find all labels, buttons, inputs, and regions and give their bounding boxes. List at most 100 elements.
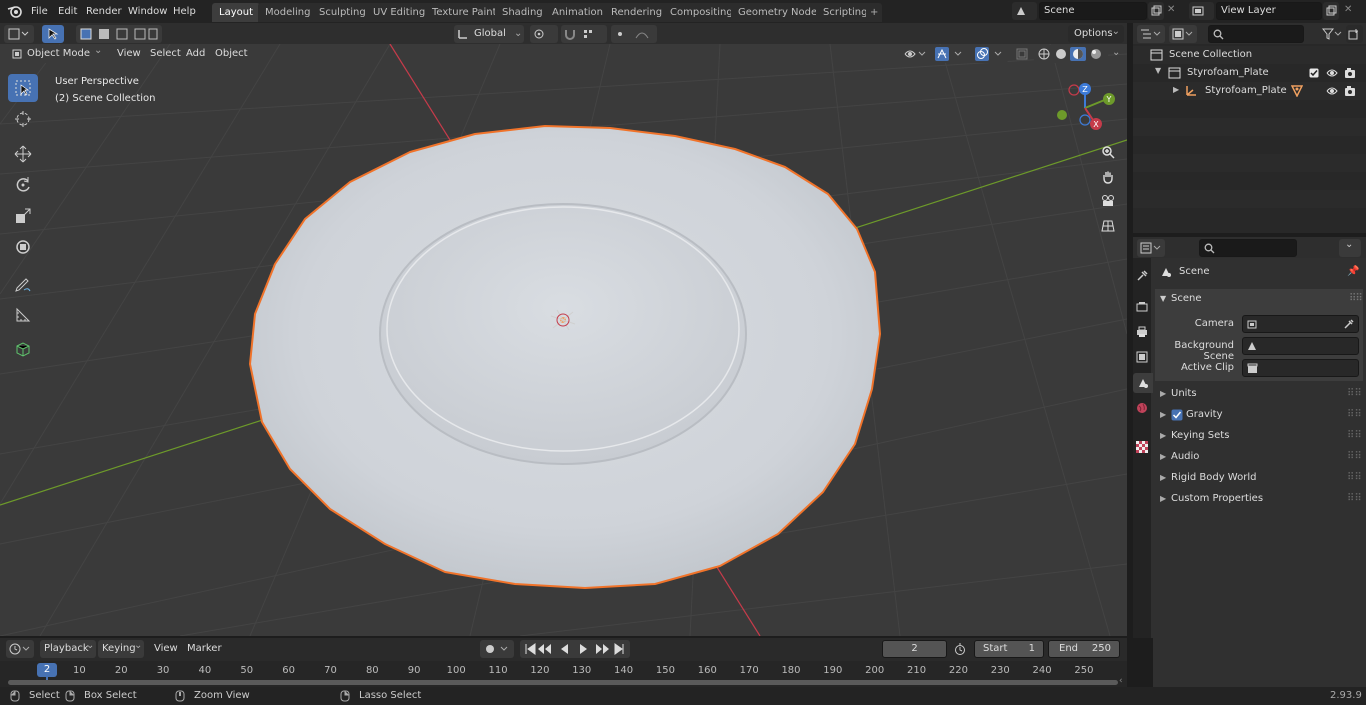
eye-icon[interactable] bbox=[1326, 86, 1338, 96]
filter-dropdown[interactable] bbox=[1319, 25, 1345, 43]
view-layer-field[interactable]: View Layer bbox=[1216, 2, 1322, 20]
menu-file[interactable]: File bbox=[31, 4, 48, 20]
rotate-tool[interactable] bbox=[8, 171, 38, 199]
panel-rigid-body-world[interactable]: ▶ Rigid Body World ⠿⠿ bbox=[1153, 468, 1363, 488]
scene-selector-button[interactable] bbox=[1012, 2, 1037, 20]
close-view-layer-icon[interactable]: ✕ bbox=[1344, 4, 1352, 15]
drag-handle-icon[interactable]: ⠿⠿ bbox=[1347, 489, 1362, 509]
gravity-checkbox[interactable] bbox=[1171, 409, 1183, 421]
expand-chevron-icon[interactable]: ▶ bbox=[1173, 85, 1179, 94]
tab-uv-editing[interactable]: UV Editing bbox=[366, 3, 433, 22]
cursor-tool[interactable] bbox=[8, 105, 38, 133]
start-frame-field[interactable]: Start 1 bbox=[974, 640, 1044, 658]
gizmo-toggle[interactable] bbox=[932, 45, 968, 63]
drag-handle-icon[interactable]: ⠿⠿ bbox=[1347, 468, 1362, 488]
new-scene-button[interactable] bbox=[1148, 2, 1164, 20]
visibility-dropdown[interactable] bbox=[901, 45, 929, 63]
timeline-editor-type[interactable] bbox=[6, 640, 34, 658]
tab-layout[interactable]: Layout bbox=[212, 3, 260, 22]
transform-tool[interactable] bbox=[8, 233, 38, 261]
timeline-scrollbar[interactable] bbox=[8, 680, 1118, 685]
camera-render-icon[interactable] bbox=[1344, 67, 1356, 79]
outliner-row-scene-collection[interactable]: Scene Collection bbox=[1133, 46, 1366, 64]
overlays-toggle[interactable] bbox=[972, 45, 1008, 63]
tab-world[interactable] bbox=[1133, 398, 1151, 418]
tab-sculpting[interactable]: Sculpting bbox=[312, 3, 373, 22]
object-mode-dropdown[interactable]: Object Mode ⌄ bbox=[8, 45, 106, 63]
tab-render[interactable] bbox=[1133, 297, 1151, 317]
shading-options-chevron-icon[interactable]: ⌄ bbox=[1112, 47, 1120, 58]
outliner-editor-type[interactable] bbox=[1137, 25, 1165, 43]
menu-view[interactable]: View bbox=[113, 45, 145, 63]
tab-animation[interactable]: Animation bbox=[545, 3, 610, 22]
menu-select[interactable]: Select bbox=[146, 45, 185, 63]
playback-controls[interactable] bbox=[520, 640, 630, 658]
collapse-chevron-icon[interactable]: ▼ bbox=[1155, 66, 1161, 75]
tab-scene[interactable] bbox=[1133, 373, 1153, 393]
chevron-left-icon[interactable]: ‹ bbox=[1119, 676, 1123, 686]
display-mode-dropdown[interactable] bbox=[1169, 25, 1197, 43]
navigation-gizmo[interactable]: Z Y X bbox=[1052, 80, 1122, 136]
measure-tool[interactable] bbox=[8, 301, 38, 329]
drag-handle-icon[interactable]: ⠿⠿ bbox=[1347, 384, 1362, 404]
add-cube-tool[interactable] bbox=[8, 335, 38, 363]
camera-view-button[interactable] bbox=[1097, 190, 1119, 212]
select-box-tool[interactable] bbox=[8, 74, 38, 102]
drag-handle-icon[interactable]: ⠿⠿ bbox=[1349, 289, 1363, 309]
tab-compositing[interactable]: Compositing bbox=[663, 3, 740, 22]
perspective-toggle-button[interactable] bbox=[1097, 215, 1119, 237]
properties-options-dropdown[interactable]: ⌄ bbox=[1339, 239, 1361, 257]
tab-view-layer[interactable] bbox=[1133, 347, 1151, 367]
menu-add[interactable]: Add bbox=[182, 45, 209, 63]
playback-menu[interactable]: Playback ⌄ bbox=[40, 640, 96, 658]
preview-range-toggle[interactable] bbox=[951, 640, 971, 658]
drag-handle-icon[interactable]: ⠿⠿ bbox=[1347, 405, 1362, 425]
tab-geometry-nodes[interactable]: Geometry Nodes bbox=[731, 3, 830, 22]
scale-tool[interactable] bbox=[8, 202, 38, 230]
panel-audio[interactable]: ▶ Audio ⠿⠿ bbox=[1153, 447, 1363, 467]
menu-help[interactable]: Help bbox=[173, 4, 196, 20]
timeline-view-menu[interactable]: View bbox=[150, 640, 182, 658]
outliner-search-input[interactable] bbox=[1208, 25, 1304, 43]
current-frame-field[interactable]: 2 bbox=[882, 640, 947, 658]
tab-texture[interactable] bbox=[1133, 437, 1151, 457]
pin-icon[interactable]: 📌 bbox=[1347, 262, 1359, 282]
keying-menu[interactable]: Keying ⌄ bbox=[98, 640, 144, 658]
options-dropdown[interactable]: Options ⌄ bbox=[1068, 25, 1124, 43]
3d-viewport[interactable]: User Perspective (2) Scene Collection Z bbox=[0, 44, 1127, 636]
tab-output[interactable] bbox=[1133, 322, 1151, 342]
background-scene-field[interactable] bbox=[1242, 337, 1359, 355]
xray-toggle[interactable] bbox=[1013, 45, 1031, 63]
tab-tool[interactable] bbox=[1133, 266, 1151, 286]
new-collection-button[interactable] bbox=[1346, 25, 1363, 43]
active-clip-field[interactable] bbox=[1242, 359, 1359, 377]
pan-view-button[interactable] bbox=[1097, 166, 1119, 188]
panel-scene-header[interactable]: ▼ Scene ⠿⠿ bbox=[1155, 289, 1363, 309]
outliner-row-collection[interactable]: ▼ Styrofoam_Plate bbox=[1133, 64, 1366, 82]
new-view-layer-button[interactable] bbox=[1323, 2, 1339, 20]
camera-render-icon[interactable] bbox=[1344, 85, 1356, 97]
panel-gravity[interactable]: ▶ Gravity ⠿⠿ bbox=[1153, 405, 1363, 425]
playhead-indicator[interactable]: 2 bbox=[37, 663, 57, 677]
menu-object[interactable]: Object bbox=[211, 45, 252, 63]
shading-mode-group[interactable] bbox=[1034, 45, 1108, 63]
tab-shading[interactable]: Shading bbox=[495, 3, 550, 22]
tab-rendering[interactable]: Rendering bbox=[604, 3, 670, 22]
camera-field[interactable] bbox=[1242, 315, 1359, 333]
menu-edit[interactable]: Edit bbox=[58, 4, 77, 20]
end-frame-field[interactable]: End 250 bbox=[1048, 640, 1120, 658]
move-tool[interactable] bbox=[8, 140, 38, 168]
view-layer-selector-button[interactable] bbox=[1189, 2, 1214, 20]
zoom-view-button[interactable] bbox=[1097, 141, 1119, 163]
properties-search-input[interactable] bbox=[1199, 239, 1297, 257]
drag-handle-icon[interactable]: ⠿⠿ bbox=[1347, 447, 1362, 467]
eye-icon[interactable] bbox=[1326, 68, 1338, 78]
checkbox-checked-icon[interactable] bbox=[1309, 68, 1319, 78]
marker-menu[interactable]: Marker bbox=[183, 640, 226, 658]
panel-units[interactable]: ▶ Units ⠿⠿ bbox=[1153, 384, 1363, 404]
menu-window[interactable]: Window bbox=[128, 4, 167, 20]
add-workspace-button[interactable]: + bbox=[866, 3, 883, 22]
properties-editor-type[interactable] bbox=[1137, 239, 1165, 257]
drag-handle-icon[interactable]: ⠿⠿ bbox=[1347, 426, 1362, 446]
close-scene-icon[interactable]: ✕ bbox=[1167, 4, 1175, 15]
